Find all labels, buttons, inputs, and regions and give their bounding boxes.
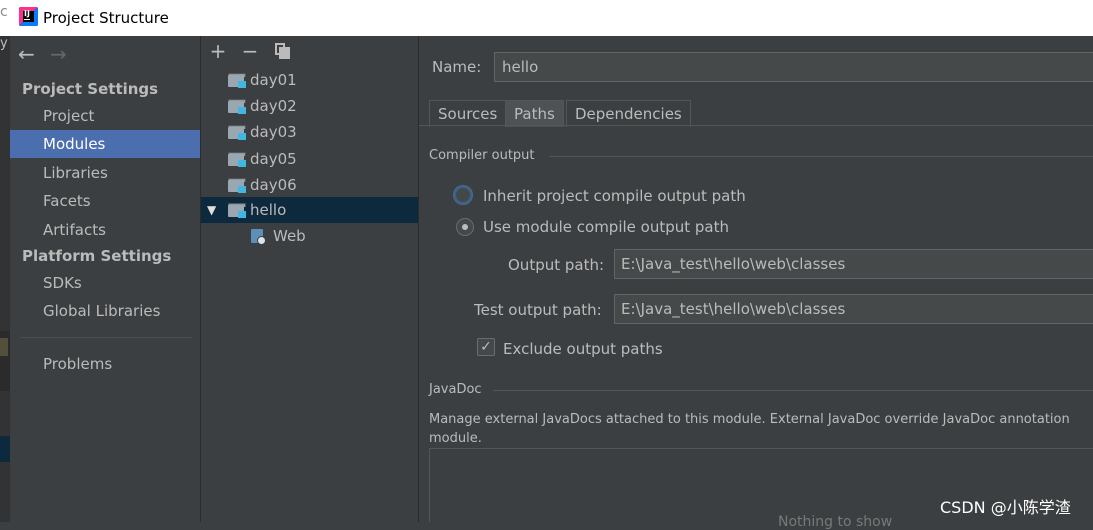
nav-item-global-libraries[interactable]: Global Libraries [10,297,200,325]
back-arrow-icon[interactable]: ← [18,44,35,64]
module-name-input[interactable]: hello [494,52,1093,82]
module-folder-icon [228,152,246,167]
name-label: Name: [432,58,482,76]
exclude-output-paths-label: Exclude output paths [503,340,663,358]
csdn-watermark: CSDN @小陈学渣 [940,498,1071,517]
exclude-output-paths-checkbox[interactable]: ✓ [477,338,495,356]
background-window-edge [0,36,10,522]
module-folder-icon [228,73,246,88]
tree-item-day03[interactable]: day03 [201,119,418,145]
forward-arrow-icon[interactable]: → [50,44,67,64]
add-module-icon[interactable]: + [208,40,228,62]
background-window-highlight [0,338,8,356]
nav-item-libraries[interactable]: Libraries [10,159,200,187]
use-module-output-radio[interactable] [456,218,474,236]
copy-module-icon[interactable] [275,43,291,59]
use-module-output-label: Use module compile output path [483,218,730,236]
tree-item-label: hello [250,201,287,219]
tree-item-label: day01 [250,71,297,89]
tree-item-label: day03 [250,123,297,141]
intellij-app-icon: IJ [19,7,38,26]
tree-item-day06[interactable]: day06 [201,172,418,198]
compiler-output-heading: Compiler output [429,148,535,163]
module-folder-icon [228,125,246,140]
tree-item-day01[interactable]: day01 [201,67,418,93]
platform-settings-heading: Platform Settings [22,247,172,265]
nav-item-modules[interactable]: Modules [10,130,200,158]
tab-sources[interactable]: Sources [429,100,507,127]
test-output-path-label: Test output path: [474,301,602,319]
settings-nav-panel: ← → Project Settings Project Modules Lib… [10,36,200,522]
background-window-text-fragment: y [0,36,8,51]
output-path-input[interactable]: E:\Java_test\hello\web\classes [614,249,1093,279]
nav-item-artifacts[interactable]: Artifacts [10,216,200,244]
collapse-arrow-icon[interactable]: ▼ [207,197,216,223]
tree-item-hello[interactable]: ▼ hello [201,197,418,223]
nav-separator [20,337,192,338]
javadoc-description: Manage external JavaDocs attached to thi… [429,412,1070,427]
inherit-output-radio[interactable] [454,186,472,204]
group-divider [549,156,1093,157]
module-details-panel: Name: hello Sources Paths Dependencies C… [419,36,1093,530]
javadoc-description-cont: module. [429,431,482,446]
tree-item-label: day06 [250,176,297,194]
tab-dependencies[interactable]: Dependencies [566,100,691,127]
tree-item-web-facet[interactable]: Web [201,223,418,249]
tree-item-label: Web [273,227,306,245]
nav-item-facets[interactable]: Facets [10,187,200,215]
tree-item-day05[interactable]: day05 [201,146,418,172]
tree-item-label: day05 [250,150,297,168]
remove-module-icon[interactable]: − [240,40,260,62]
javadoc-heading: JavaDoc [429,382,482,397]
module-folder-icon [228,99,246,114]
project-settings-heading: Project Settings [22,80,159,98]
module-tree-panel: + − day01 day02 day03 day05 day06 ▼ hell… [201,36,418,522]
web-facet-icon [251,229,267,245]
javadoc-empty-text: Nothing to show [778,514,893,530]
window-title: Project Structure [43,9,169,27]
background-window-fragment: c [0,4,8,20]
tree-item-label: day02 [250,97,297,115]
module-folder-icon [228,203,246,218]
tabs-underline [419,125,1093,126]
nav-item-sdks[interactable]: SDKs [10,269,200,297]
output-path-label: Output path: [508,256,605,274]
nav-item-project[interactable]: Project [10,102,200,130]
tab-paths[interactable]: Paths [505,100,564,127]
test-output-path-input[interactable]: E:\Java_test\hello\web\classes [614,294,1093,324]
tree-item-day02[interactable]: day02 [201,93,418,119]
nav-item-problems[interactable]: Problems [10,350,200,378]
inherit-output-label: Inherit project compile output path [483,187,746,205]
group-divider [493,390,1093,391]
module-folder-icon [228,178,246,193]
window-titlebar: c IJ Project Structure [0,0,1093,36]
